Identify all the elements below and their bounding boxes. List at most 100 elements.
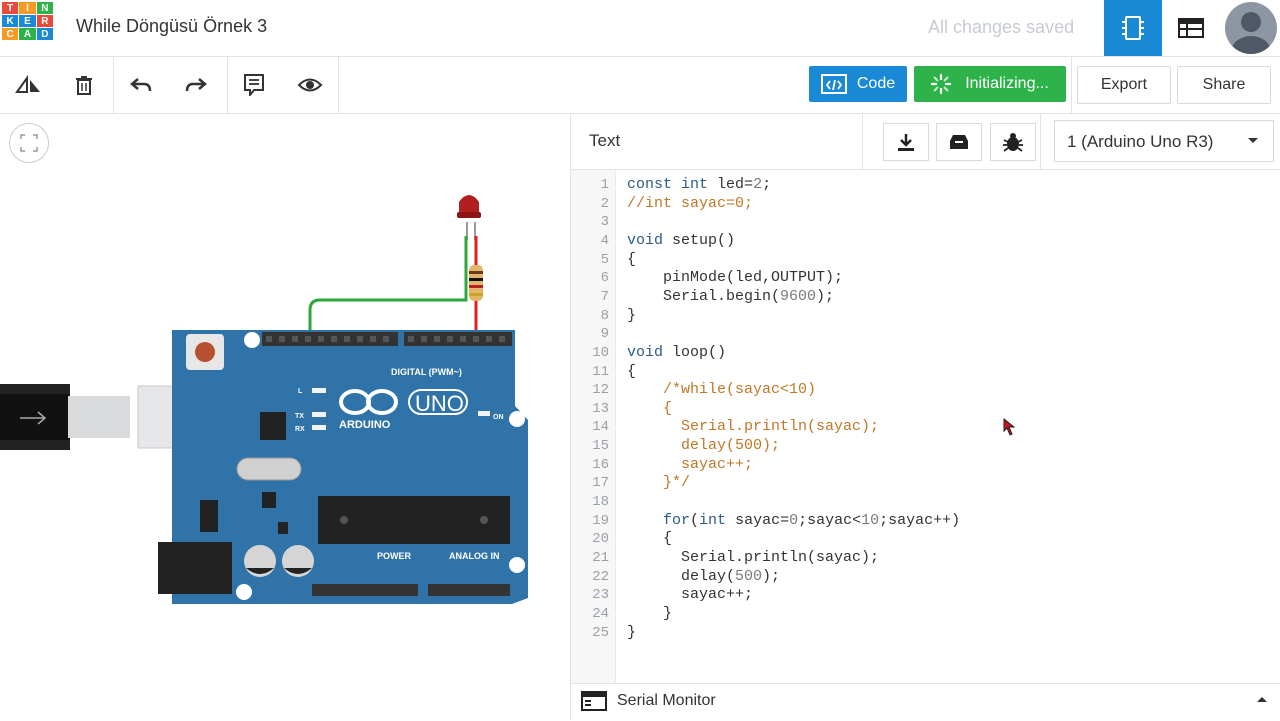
line-number: 20 (592, 531, 609, 548)
share-button[interactable]: Share (1177, 66, 1271, 104)
code-line: delay(500); (627, 567, 781, 585)
line-number: 12 (592, 382, 609, 399)
code-line: Serial.println(sayac); (627, 549, 880, 566)
code-editor[interactable]: const int led=2;//int sayac=0; void setup… (616, 170, 1280, 683)
bug-icon (1003, 133, 1023, 152)
download-icon (898, 134, 914, 151)
logo-tile: D (36, 28, 53, 40)
trash-icon (76, 76, 92, 95)
code-mode-select[interactable]: Text (589, 131, 620, 151)
line-number: 6 (600, 270, 609, 287)
analog-label: ANALOG IN (449, 551, 500, 561)
line-number: 16 (592, 456, 609, 473)
library-icon (950, 135, 968, 149)
logo-tile: C (2, 28, 19, 40)
code-line: } (627, 306, 637, 324)
arduino-circuit[interactable]: DIGITAL (PWM~) ARDUINO UNO ON L TX RX PO… (0, 114, 570, 720)
code-line: Serial.println(sayac); (627, 418, 880, 436)
line-number: 5 (600, 251, 609, 268)
undo-button[interactable] (123, 67, 159, 103)
redo-button[interactable] (178, 67, 214, 103)
code-line: { (627, 250, 637, 268)
start-simulation-button[interactable]: Initializing... (914, 66, 1066, 102)
export-label: Export (1100, 76, 1148, 93)
code-button-label: Code (856, 75, 896, 92)
code-line: } (627, 623, 637, 641)
code-button[interactable]: Code (809, 66, 907, 102)
rotate-button[interactable] (10, 67, 46, 103)
notes-button[interactable] (236, 67, 272, 103)
spinner-icon (931, 74, 952, 94)
code-line: void loop() (627, 343, 727, 361)
user-icon (1231, 12, 1271, 54)
code-line: { (627, 399, 673, 417)
code-icon (820, 74, 847, 94)
code-line: void setup() (627, 231, 736, 249)
visibility-button[interactable] (292, 67, 328, 103)
model-label: UNO (415, 391, 464, 416)
document-title[interactable]: While Döngüsü Örnek 3 (76, 16, 267, 37)
app-header: TIN KER CAD While Döngüsü Örnek 3 All chan… (0, 0, 1280, 57)
table-icon (1178, 18, 1204, 38)
circuit-view-button[interactable] (1104, 0, 1162, 56)
code-line: { (627, 362, 637, 380)
code-line: { (627, 530, 673, 548)
export-button[interactable]: Export (1077, 66, 1171, 104)
undo-icon (130, 78, 152, 92)
logo-tile: K (2, 15, 19, 27)
redo-icon (185, 78, 207, 92)
logo-tile: R (36, 15, 53, 27)
code-line: //int sayac=0; (627, 194, 754, 212)
line-number: 14 (592, 419, 609, 436)
serial-monitor-icon (581, 691, 607, 711)
power-label: POWER (377, 551, 412, 561)
line-number: 10 (592, 344, 609, 361)
tinkercad-logo[interactable]: TIN KER CAD (2, 2, 53, 53)
download-code-button[interactable] (883, 123, 929, 161)
logo-tile: A (19, 28, 36, 40)
line-number: 7 (600, 288, 609, 305)
chevron-up-icon[interactable] (1257, 696, 1267, 703)
line-number: 17 (592, 475, 609, 492)
debugger-button[interactable] (990, 123, 1036, 161)
line-number: 1 (600, 177, 609, 193)
logo-tile (19, 41, 36, 53)
on-label: ON (493, 414, 504, 421)
line-number: 22 (592, 568, 609, 585)
code-line: }*/ (627, 474, 691, 492)
code-line: pinMode(led,OUTPUT); (627, 269, 844, 287)
tx-label: TX (295, 413, 304, 420)
delete-button[interactable] (66, 67, 102, 103)
line-number-gutter: 1 2 3 4 5 6 7 8 9 10 11 12 13 14 15 16 17 18 19 20 21 22 23 24 2… (571, 170, 616, 683)
line-number: 13 (592, 400, 609, 417)
line-number: 8 (600, 307, 609, 324)
logo-tile: T (2, 2, 19, 14)
line-number: 18 (592, 494, 609, 511)
line-number: 2 (600, 195, 609, 212)
schematic-view-button[interactable] (1162, 0, 1220, 56)
line-number: 3 (600, 214, 609, 231)
save-status: All changes saved (928, 17, 1075, 37)
rotate-icon (15, 74, 40, 93)
line-number: 21 (592, 550, 609, 566)
line-number: 25 (592, 624, 609, 641)
line-number: 19 (592, 512, 609, 529)
board-select-value: 1 (Arduino Uno R3) (1067, 132, 1214, 151)
logo-tile (36, 41, 53, 53)
line-number: 9 (600, 326, 609, 343)
code-line: sayac++; (627, 455, 754, 473)
rx-label: RX (295, 426, 305, 433)
code-line: for(int sayac=0;sayac<10;sayac++) (663, 511, 961, 529)
l-label: L (298, 388, 303, 395)
logo-tile (2, 41, 19, 53)
notes-icon (244, 74, 264, 96)
logo-tile: I (19, 2, 36, 14)
user-avatar[interactable] (1225, 2, 1277, 54)
code-line: } (627, 604, 673, 622)
serial-monitor-label: Serial Monitor (617, 692, 716, 709)
eye-icon (297, 78, 323, 92)
start-simulation-label: Initializing... (965, 75, 1049, 92)
code-line: sayac++; (627, 586, 754, 604)
board-select[interactable]: 1 (Arduino Uno R3) (1054, 120, 1274, 162)
libraries-button[interactable] (936, 123, 982, 161)
